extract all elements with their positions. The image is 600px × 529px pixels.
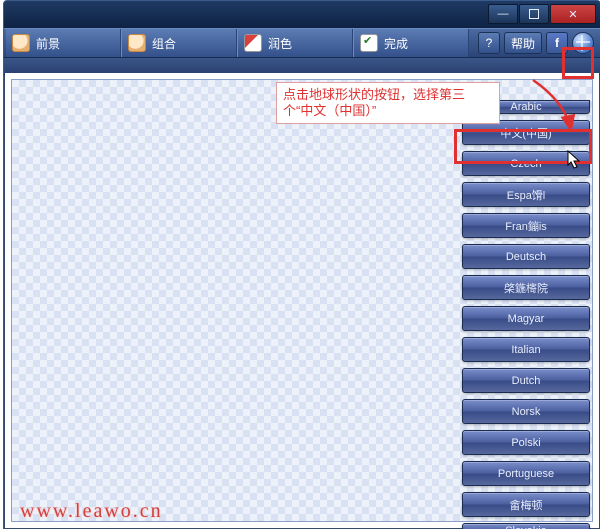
window-close-button[interactable]: ✕ [550, 4, 596, 24]
toolbar-finish-button[interactable]: 完成 [353, 29, 469, 57]
watermark-text: www.leawo.cn [20, 500, 163, 523]
facebook-button[interactable]: f [546, 32, 568, 54]
toolbar-retouch-button[interactable]: 润色 [237, 29, 353, 57]
language-option-unknown1[interactable]: 棨鍦槣院 [462, 275, 590, 300]
toolbar-foreground-button[interactable]: 前景 [6, 29, 121, 57]
face-icon [12, 34, 30, 52]
language-menu: Arabic English 中文(中国) Czech Espa馉l Fran鏰… [462, 100, 590, 529]
toolbar-combine-button[interactable]: 组合 [121, 29, 237, 57]
language-option-slovak[interactable]: Slovakia [462, 523, 590, 529]
language-option-portuguese[interactable]: Portuguese [462, 461, 590, 486]
help-button[interactable]: 帮助 [504, 32, 542, 54]
language-option-french[interactable]: Fran鏰is [462, 213, 590, 238]
window-minimize-button[interactable]: — [488, 4, 518, 24]
language-option-italian[interactable]: Italian [462, 337, 590, 362]
language-option-unknown2[interactable]: 畲梅顿 [462, 492, 590, 517]
language-globe-button[interactable] [572, 32, 594, 54]
toolbar-label: 完成 [384, 35, 408, 52]
language-option-norwegian[interactable]: Norsk [462, 399, 590, 424]
brush-icon [244, 34, 262, 52]
language-option-spanish[interactable]: Espa馉l [462, 182, 590, 207]
window-maximize-button[interactable] [519, 4, 549, 24]
language-option-polish[interactable]: Polski [462, 430, 590, 455]
toolbar-label: 前景 [36, 35, 60, 52]
language-option-german[interactable]: Deutsch [462, 244, 590, 269]
language-option-hungarian[interactable]: Magyar [462, 306, 590, 331]
help-icon-button[interactable]: ? [478, 32, 500, 54]
toolbar-label: 组合 [152, 35, 176, 52]
language-option-dutch[interactable]: Dutch [462, 368, 590, 393]
language-option-czech[interactable]: Czech [462, 151, 590, 176]
document-check-icon [360, 34, 378, 52]
annotation-tooltip: 点击地球形状的按钮，选择第三个“中文（中国）” [276, 82, 500, 124]
main-toolbar: 前景 组合 润色 完成 ? 帮助 f [4, 28, 600, 58]
window-titlebar[interactable]: — ✕ [4, 1, 600, 28]
toolbar-label: 润色 [268, 35, 292, 52]
face-icon [128, 34, 146, 52]
